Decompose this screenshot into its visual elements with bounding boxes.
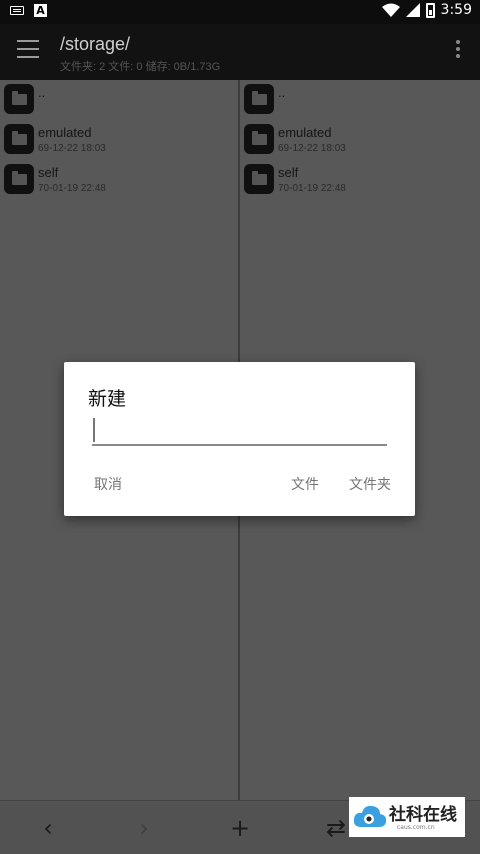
back-icon[interactable]: ‹ bbox=[33, 813, 63, 843]
folder-icon bbox=[244, 124, 274, 154]
new-item-dialog: 新建 取消 文件 文件夹 bbox=[64, 362, 415, 516]
new-file-button[interactable]: 文件 bbox=[291, 474, 319, 494]
file-date: 69-12-22 18:03 bbox=[278, 143, 346, 154]
status-bar: A 3:59 bbox=[0, 0, 480, 24]
watermark-domain: caus.com.cn bbox=[397, 824, 435, 831]
file-name: self bbox=[278, 165, 299, 180]
app-bar: /storage/ 文件夹: 2 文件: 0 储存: 0B/1.73G bbox=[0, 24, 480, 80]
file-name: .. bbox=[38, 85, 46, 100]
folder-icon bbox=[244, 84, 274, 114]
current-path: /storage/ bbox=[60, 34, 131, 54]
status-time: 3:59 bbox=[440, 2, 472, 18]
list-item[interactable]: .. bbox=[4, 80, 238, 120]
keyboard-icon bbox=[10, 6, 24, 15]
swap-icon[interactable]: ⇄ bbox=[321, 813, 351, 843]
file-name: emulated bbox=[278, 125, 332, 140]
file-name: self bbox=[38, 165, 59, 180]
file-name: .. bbox=[278, 85, 286, 100]
battery-charging-icon bbox=[425, 2, 435, 18]
list-item[interactable]: emulated 69-12-22 18:03 bbox=[244, 120, 480, 160]
new-folder-button[interactable]: 文件夹 bbox=[349, 474, 391, 494]
file-date: 70-01-19 22:48 bbox=[38, 183, 106, 194]
name-input[interactable] bbox=[92, 414, 387, 446]
list-item[interactable]: self 70-01-19 22:48 bbox=[244, 160, 480, 200]
folder-icon bbox=[4, 124, 34, 154]
file-date: 69-12-22 18:03 bbox=[38, 143, 106, 154]
a-app-icon: A bbox=[34, 4, 47, 17]
cancel-button[interactable]: 取消 bbox=[94, 474, 122, 494]
folder-icon bbox=[4, 164, 34, 194]
watermark-name: 社科在线 bbox=[389, 805, 457, 825]
file-name: emulated bbox=[38, 125, 92, 140]
dialog-title: 新建 bbox=[88, 388, 127, 410]
forward-icon[interactable]: › bbox=[129, 813, 159, 843]
list-item[interactable]: emulated 69-12-22 18:03 bbox=[4, 120, 238, 160]
list-item[interactable]: .. bbox=[244, 80, 480, 120]
folder-icon bbox=[244, 164, 274, 194]
text-cursor bbox=[93, 418, 95, 442]
menu-icon[interactable] bbox=[17, 40, 39, 58]
list-item[interactable]: self 70-01-19 22:48 bbox=[4, 160, 238, 200]
storage-info: 文件夹: 2 文件: 0 储存: 0B/1.73G bbox=[60, 61, 221, 73]
folder-icon bbox=[4, 84, 34, 114]
cloud-logo-icon bbox=[353, 805, 387, 827]
signal-icon bbox=[405, 3, 420, 17]
add-icon[interactable]: + bbox=[225, 813, 255, 843]
more-options-icon[interactable] bbox=[456, 40, 460, 58]
file-date: 70-01-19 22:48 bbox=[278, 183, 346, 194]
watermark-logo: 社科在线 caus.com.cn bbox=[349, 797, 465, 837]
wifi-icon bbox=[381, 3, 400, 17]
